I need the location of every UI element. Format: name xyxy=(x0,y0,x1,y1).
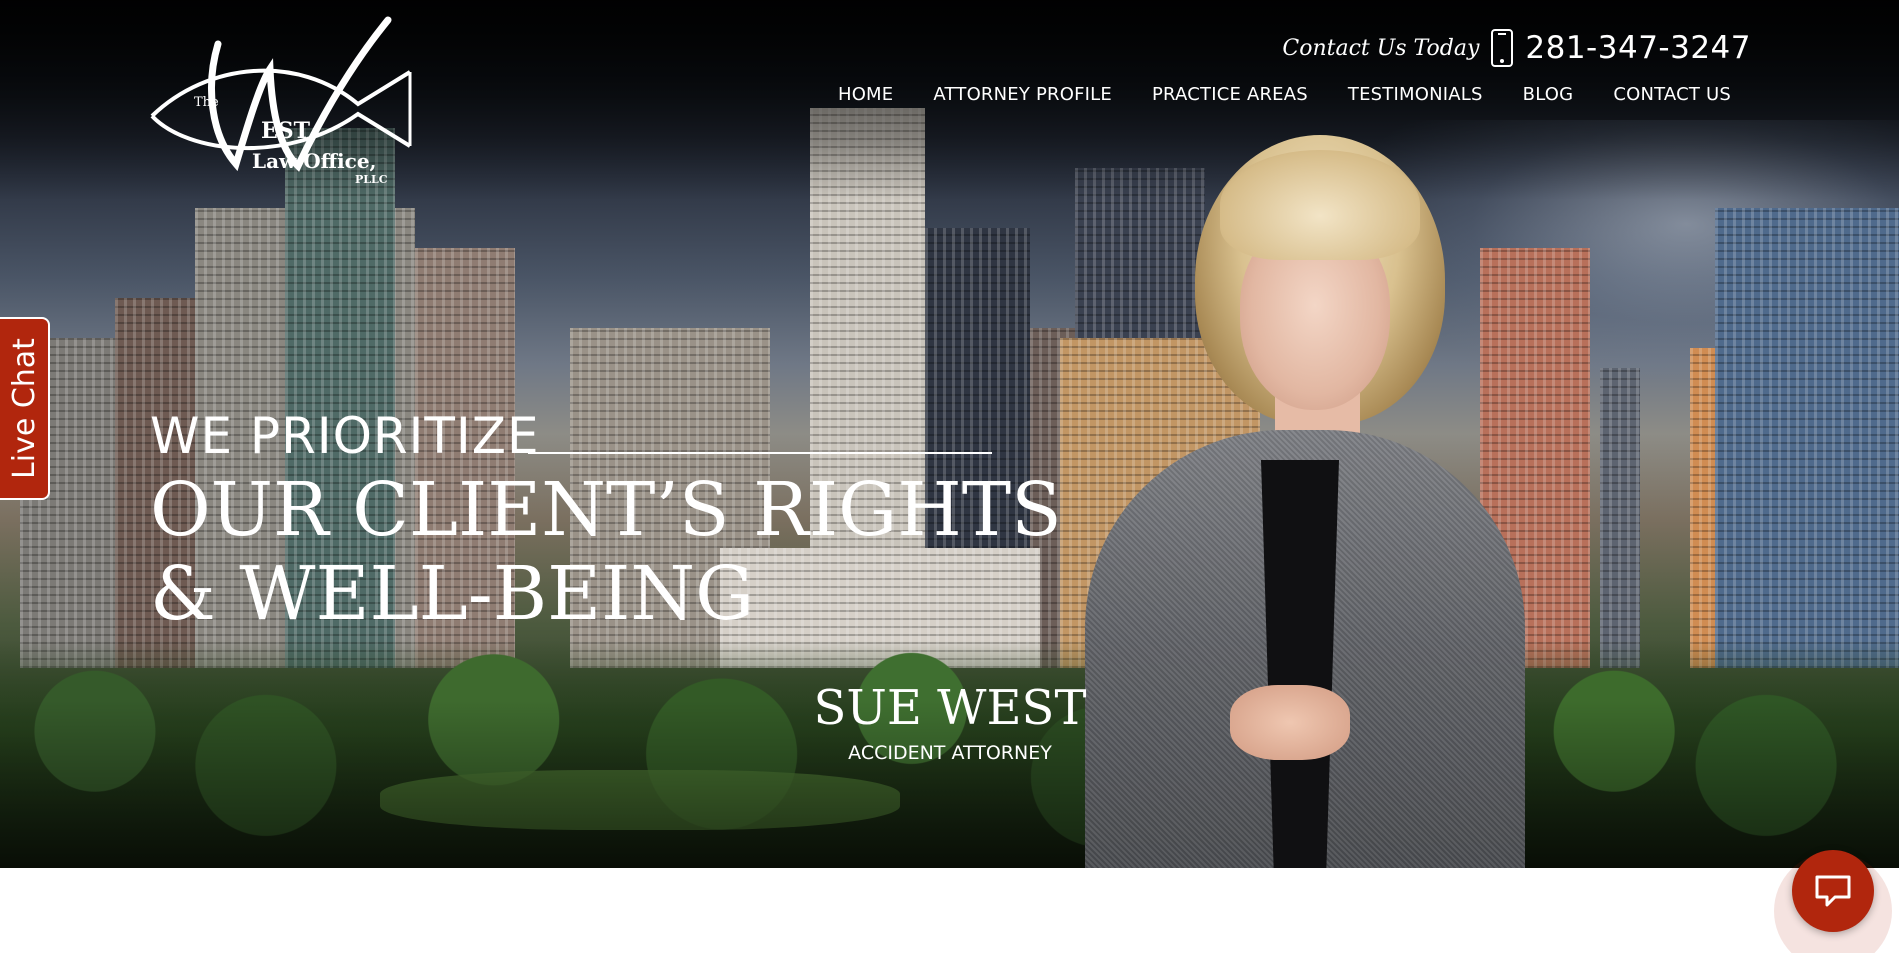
nav-attorney-profile[interactable]: ATTORNEY PROFILE xyxy=(933,84,1112,105)
nav-practice-areas[interactable]: PRACTICE AREAS xyxy=(1152,84,1308,105)
chat-bubble-icon xyxy=(1815,875,1851,907)
hero-tagline-small: WE PRIORITIZE xyxy=(150,407,540,465)
contact-label: Contact Us Today xyxy=(1282,35,1480,61)
live-chat-label: Live Chat xyxy=(6,338,42,479)
live-chat-tab[interactable]: Live Chat xyxy=(0,317,50,500)
attorney-bangs xyxy=(1220,150,1420,260)
main-nav: HOME ATTORNEY PROFILE PRACTICE AREAS TES… xyxy=(838,84,1731,105)
svg-text:EST: EST xyxy=(261,118,311,144)
svg-text:The: The xyxy=(194,95,219,110)
tagline-divider xyxy=(528,452,992,454)
nav-contact-us[interactable]: CONTACT US xyxy=(1613,84,1731,105)
contact-bar: Contact Us Today 281-347-3247 xyxy=(1282,26,1751,70)
svg-text:Law Office,: Law Office, xyxy=(252,149,377,173)
chat-open-button[interactable] xyxy=(1792,850,1874,932)
page: The EST Law Office, PLLC Contact Us Toda… xyxy=(0,0,1899,953)
attorney-hands xyxy=(1230,685,1350,760)
hero-tagline-line2: & WELL-BEING xyxy=(150,551,755,637)
site-logo[interactable]: The EST Law Office, PLLC xyxy=(148,14,418,194)
svg-text:PLLC: PLLC xyxy=(355,173,388,186)
phone-icon xyxy=(1489,28,1515,68)
hero-tagline-large: OUR CLIENT’S RIGHTS & WELL-BEING xyxy=(150,468,1062,636)
nav-blog[interactable]: BLOG xyxy=(1523,84,1574,105)
hero-tagline-line1: OUR CLIENT’S RIGHTS xyxy=(150,467,1062,553)
attorney-photo xyxy=(1080,130,1540,868)
fish-logo-icon: The EST Law Office, PLLC xyxy=(150,16,412,186)
nav-testimonials[interactable]: TESTIMONIALS xyxy=(1348,84,1483,105)
attorney-title: ACCIDENT ATTORNEY xyxy=(848,742,1052,764)
attorney-name: SUE WEST xyxy=(813,680,1087,736)
phone-number-link[interactable]: 281-347-3247 xyxy=(1525,30,1751,66)
nav-home[interactable]: HOME xyxy=(838,84,893,105)
